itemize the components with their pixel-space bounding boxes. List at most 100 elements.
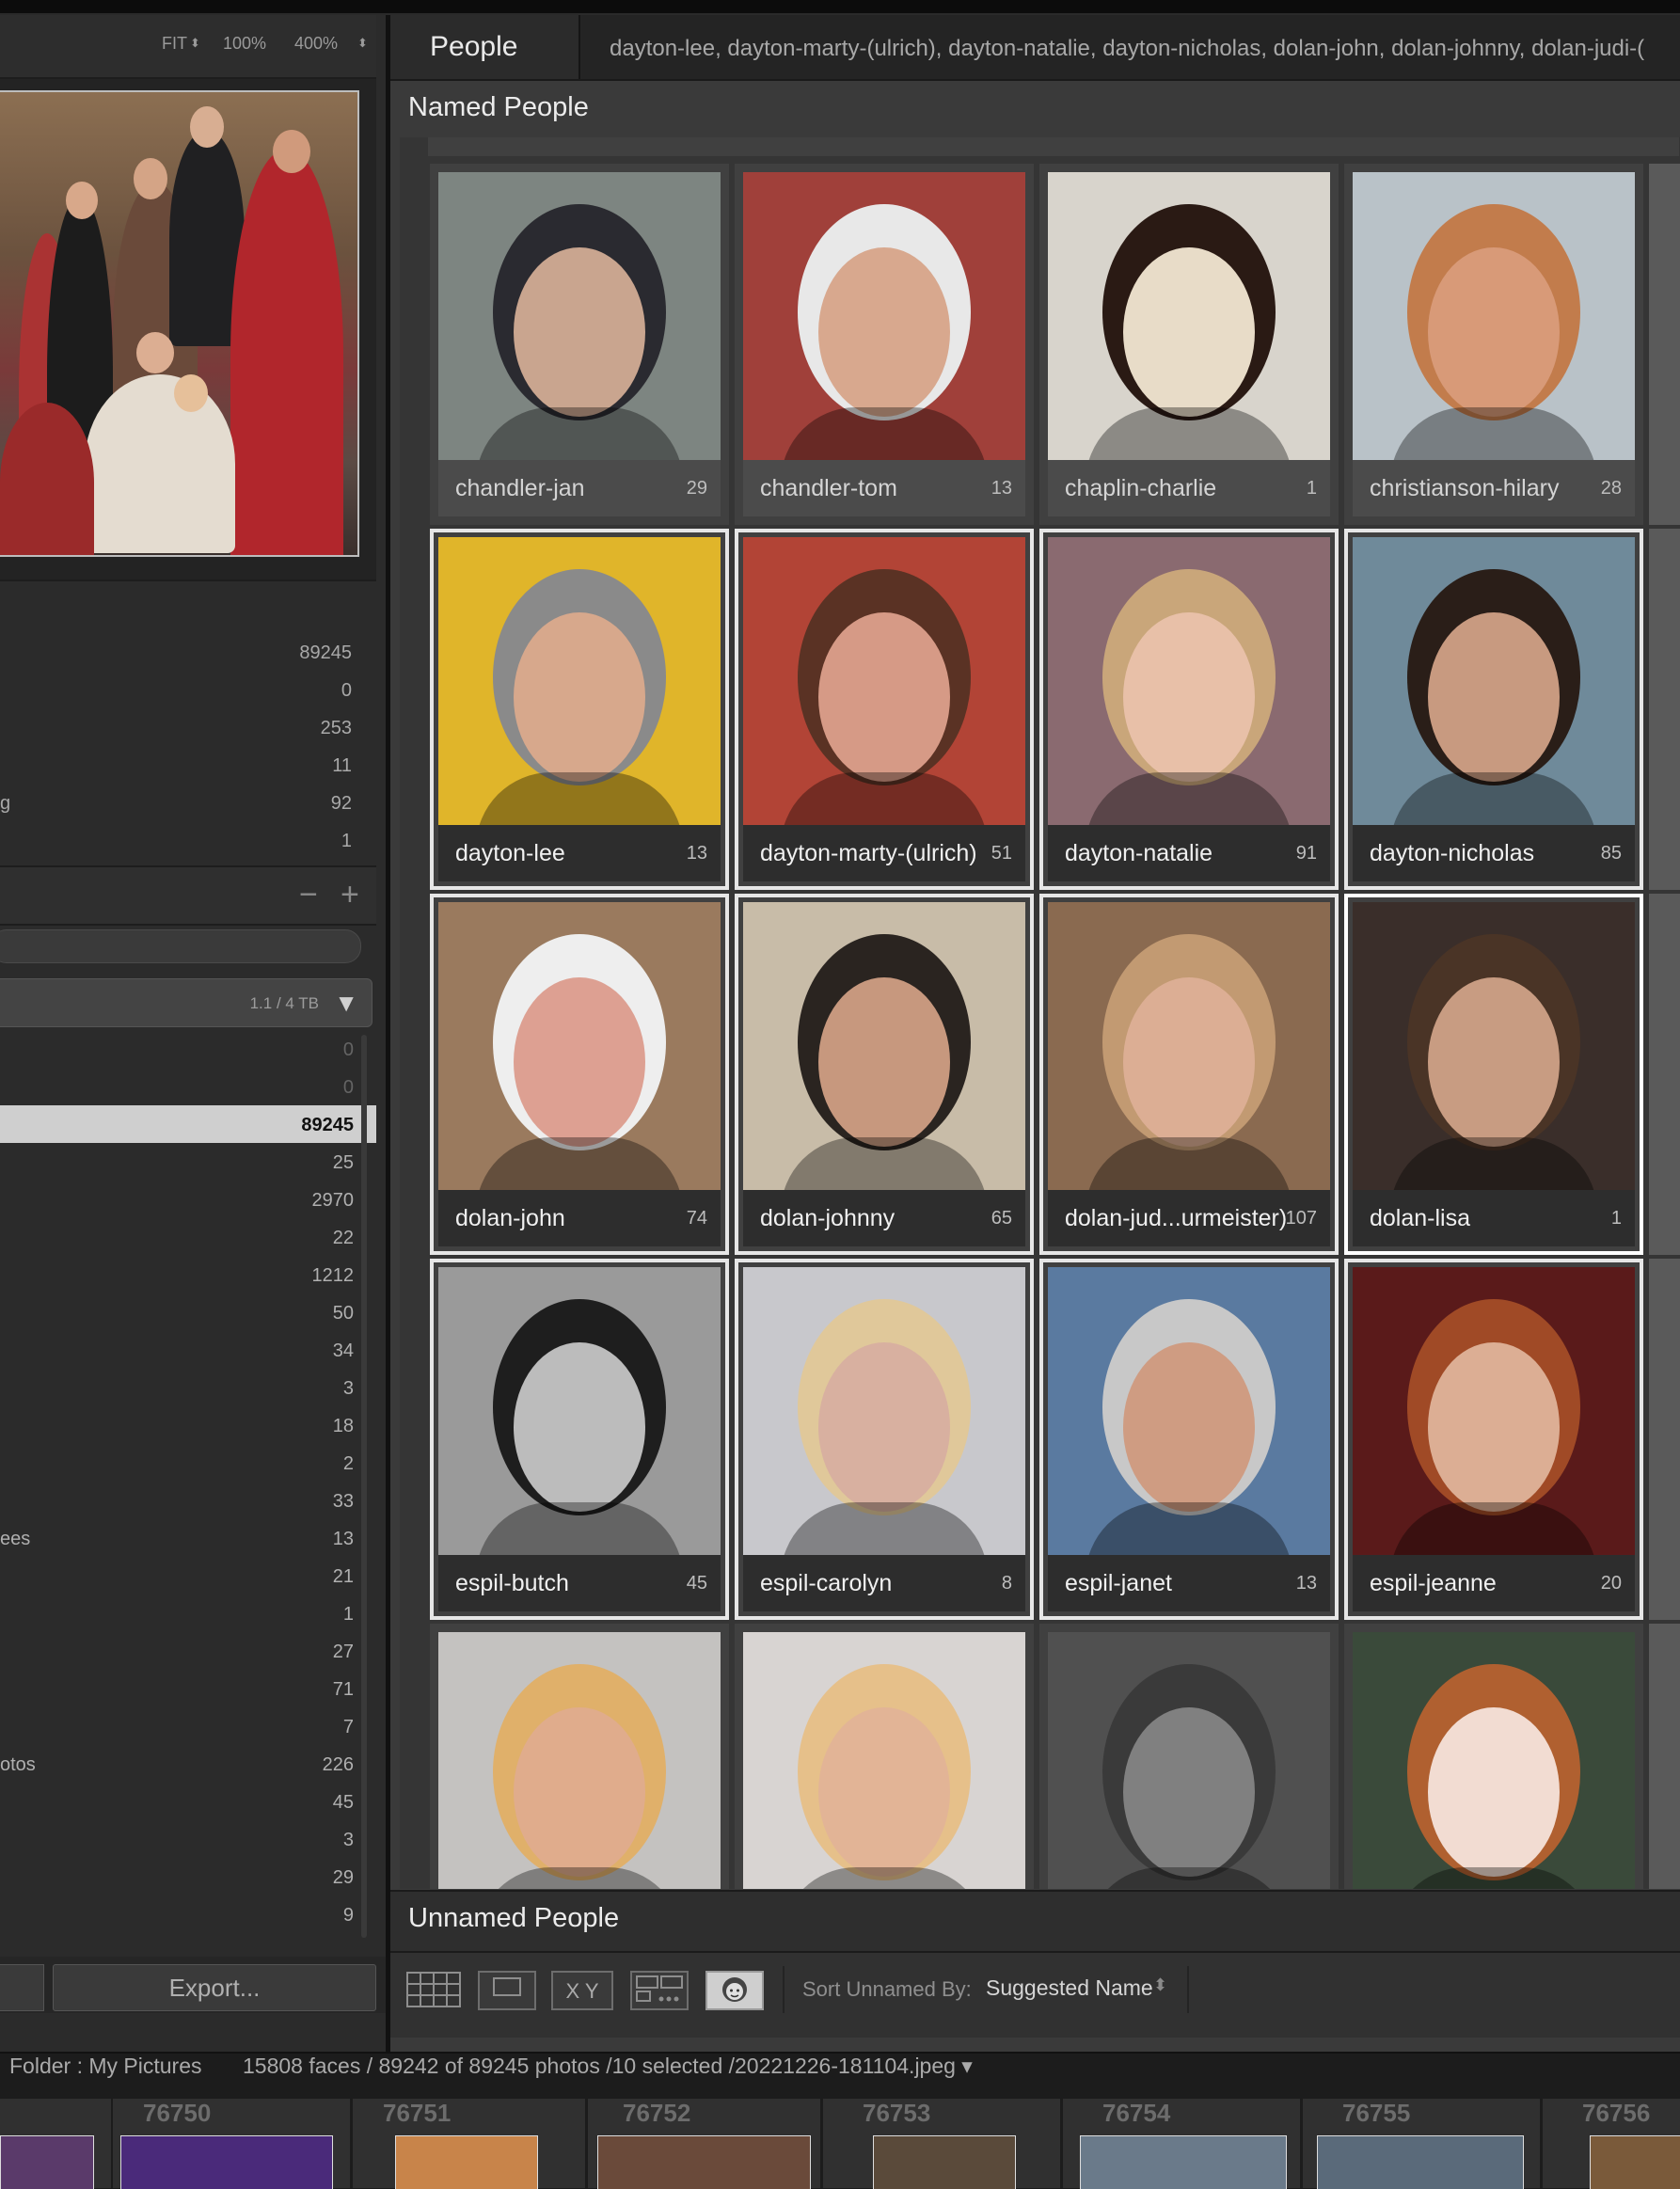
person-card-partial[interactable] (1649, 164, 1680, 525)
catalog-row[interactable]: 0 (0, 671, 356, 708)
person-face-thumbnail[interactable] (438, 1632, 721, 1889)
person-card[interactable]: chandler-tom 13 (735, 164, 1034, 525)
filmstrip-thumbnail[interactable] (597, 2135, 811, 2189)
person-face-thumbnail[interactable] (1353, 902, 1635, 1190)
filmstrip-thumbnail[interactable] (0, 2135, 94, 2189)
person-face-thumbnail[interactable] (1048, 172, 1330, 460)
person-face-thumbnail[interactable] (1353, 537, 1635, 825)
zoom-menu-arrows-icon[interactable]: ⬍ (357, 36, 368, 51)
status-info[interactable]: 15808 faces / 89242 of 89245 photos /10 … (243, 2054, 973, 2079)
person-card[interactable]: dolan-john 74 (430, 894, 729, 1255)
person-card[interactable]: espil-janet 13 (1039, 1259, 1339, 1620)
person-card[interactable] (430, 1624, 729, 1889)
folder-row[interactable]: 50 (0, 1293, 376, 1331)
folder-row[interactable]: 2970 (0, 1181, 376, 1218)
folder-row[interactable]: 45 (0, 1783, 376, 1820)
folder-row[interactable]: 3 (0, 1369, 376, 1406)
folder-row[interactable]: 1212 (0, 1256, 376, 1293)
people-tab[interactable]: People (390, 15, 580, 79)
person-card[interactable]: dayton-nicholas 85 (1344, 529, 1643, 890)
import-button[interactable] (0, 1964, 44, 2011)
grid-view-icon[interactable] (404, 1971, 463, 2010)
person-face-thumbnail[interactable] (1048, 902, 1330, 1190)
person-face-thumbnail[interactable] (743, 537, 1025, 825)
person-face-thumbnail[interactable] (743, 902, 1025, 1190)
person-face-thumbnail[interactable] (1353, 172, 1635, 460)
remove-folder-button[interactable]: − (299, 877, 318, 913)
left-panel-scrollbar[interactable] (361, 1035, 367, 1938)
person-card[interactable]: dolan-jud...urmeister) 107 (1039, 894, 1339, 1255)
person-card[interactable]: dayton-marty-(ulrich) 51 (735, 529, 1034, 890)
folder-row[interactable]: otos 226 (0, 1745, 376, 1783)
person-card-partial[interactable] (1649, 1624, 1680, 1889)
folder-row[interactable]: 21 (0, 1557, 376, 1594)
person-card[interactable]: espil-jeanne 20 (1344, 1259, 1643, 1620)
folder-row[interactable]: 0 (0, 1030, 376, 1068)
folder-row[interactable]: 27 (0, 1632, 376, 1670)
compare-view-button[interactable]: X Y (551, 1971, 613, 2010)
person-face-thumbnail[interactable] (1353, 1267, 1635, 1555)
filmstrip-thumbnail[interactable] (1080, 2135, 1287, 2189)
folder-row[interactable]: 71 (0, 1670, 376, 1707)
person-card[interactable]: chandler-jan 29 (430, 164, 729, 525)
folder-row[interactable]: 0 (0, 1068, 376, 1105)
folder-row[interactable]: 34 (0, 1331, 376, 1369)
folder-row[interactable]: 25 (0, 1143, 376, 1181)
zoom-400-button[interactable]: 400% (294, 34, 338, 54)
volume-header[interactable]: 1.1 / 4 TB ▼ (0, 978, 372, 1027)
filmstrip-thumbnail[interactable] (873, 2135, 1016, 2189)
person-face-thumbnail[interactable] (438, 537, 721, 825)
status-folder[interactable]: Folder : My Pictures (9, 2054, 202, 2079)
person-card[interactable]: dayton-natalie 91 (1039, 529, 1339, 890)
filmstrip-thumbnail[interactable] (395, 2135, 538, 2189)
filmstrip-thumbnail[interactable] (1590, 2135, 1680, 2189)
sort-dropdown-arrows-icon[interactable]: ⬍ (1153, 1975, 1167, 1995)
folder-row[interactable]: 1 (0, 1594, 376, 1632)
person-card[interactable]: chaplin-charlie 1 (1039, 164, 1339, 525)
folder-row[interactable]: 33 (0, 1482, 376, 1519)
catalog-row[interactable]: g 92 (0, 784, 356, 821)
export-button[interactable]: Export... (53, 1964, 376, 2011)
person-card[interactable]: espil-carolyn 8 (735, 1259, 1034, 1620)
catalog-row[interactable]: 89245 (0, 633, 356, 671)
person-card[interactable]: dolan-lisa 1 (1344, 894, 1643, 1255)
person-card[interactable]: dayton-lee 13 (430, 529, 729, 890)
person-card-partial[interactable] (1649, 529, 1680, 890)
folder-row[interactable]: 29 (0, 1858, 376, 1896)
folder-row[interactable]: 18 (0, 1406, 376, 1444)
catalog-row[interactable]: 253 (0, 708, 356, 746)
person-card-partial[interactable] (1649, 1259, 1680, 1620)
person-face-thumbnail[interactable] (438, 1267, 721, 1555)
person-face-thumbnail[interactable] (438, 172, 721, 460)
person-face-thumbnail[interactable] (743, 172, 1025, 460)
folder-row[interactable]: 3 (0, 1820, 376, 1858)
folder-row[interactable]: 7 (0, 1707, 376, 1745)
person-face-thumbnail[interactable] (743, 1632, 1025, 1889)
zoom-fit-button[interactable]: FIT (162, 34, 187, 54)
catalog-row[interactable]: 11 (0, 746, 356, 784)
folder-search-input[interactable] (0, 929, 361, 963)
catalog-row[interactable]: 1 (0, 821, 356, 859)
filmstrip-thumbnail[interactable] (1317, 2135, 1524, 2189)
person-card[interactable] (735, 1624, 1034, 1889)
folder-row[interactable]: 2 (0, 1444, 376, 1482)
person-card[interactable]: espil-butch 45 (430, 1259, 729, 1620)
person-card[interactable] (1039, 1624, 1339, 1889)
person-card[interactable]: dolan-johnny 65 (735, 894, 1034, 1255)
sort-unnamed-select[interactable]: Suggested Name (986, 1975, 1153, 2001)
folder-row[interactable]: 9 (0, 1896, 376, 1933)
folder-row[interactable]: ees 13 (0, 1519, 376, 1557)
filmstrip-thumbnail[interactable] (120, 2135, 333, 2189)
person-face-thumbnail[interactable] (1048, 1267, 1330, 1555)
person-face-thumbnail[interactable] (1048, 1632, 1330, 1889)
navigator-photo[interactable] (0, 90, 359, 557)
loupe-view-icon[interactable] (478, 1971, 536, 2010)
zoom-100-button[interactable]: 100% (223, 34, 266, 54)
folder-row[interactable]: 22 (0, 1218, 376, 1256)
person-card[interactable]: christianson-hilary 28 (1344, 164, 1643, 525)
person-card-partial[interactable] (1649, 894, 1680, 1255)
survey-view-icon[interactable] (630, 1971, 689, 2010)
person-face-thumbnail[interactable] (743, 1267, 1025, 1555)
person-face-thumbnail[interactable] (1048, 537, 1330, 825)
add-folder-button[interactable]: + (341, 877, 359, 913)
